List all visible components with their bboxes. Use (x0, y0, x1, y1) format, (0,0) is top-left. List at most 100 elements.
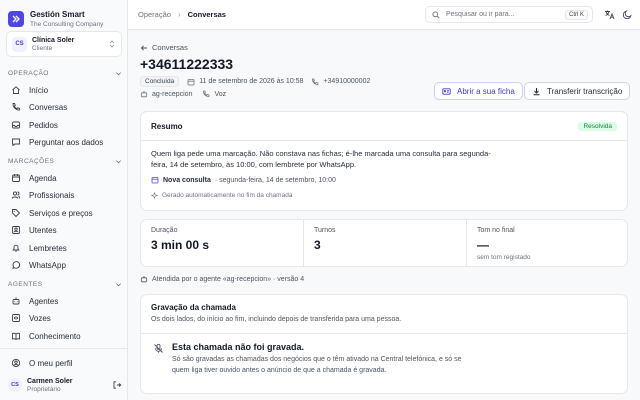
stat-value: 3 min 00 s (151, 238, 210, 252)
stats-card: Duração 3 min 00 s Turnos 3 Tom no final… (140, 219, 628, 267)
chevron-down-icon (116, 72, 121, 76)
topbar: Operação › Conversas Ctrl K (128, 0, 640, 30)
moon-icon[interactable] (622, 9, 633, 20)
stat-tone: Tom no final — sem tom registado (467, 220, 627, 266)
call-channel: Voz (202, 90, 226, 98)
stat-value: 3 (314, 238, 321, 252)
phone-icon (12, 103, 20, 111)
status-badge: Resolvida (578, 122, 617, 131)
appointment-row: Nova consulta · segunda-feira, 14 de set… (151, 176, 336, 184)
stat-duration: Duração 3 min 00 s (141, 220, 303, 266)
breadcrumb-current: Conversas (187, 10, 226, 19)
section-operacao[interactable]: OPERAÇÃO (8, 70, 122, 77)
sidebar-item-label: Conhecimento (29, 331, 81, 341)
sidebar-item-inicio[interactable]: Início (8, 82, 122, 98)
call-to-number: +34910000002 (311, 78, 370, 86)
sidebar-item-label: Perguntar aos dados (29, 137, 104, 147)
avatar: CS (8, 378, 22, 392)
section-agentes[interactable]: AGENTES (8, 281, 122, 288)
sidebar-divider (0, 348, 128, 349)
recording-description: Os dois lados, do início ao fim, incluin… (151, 316, 402, 323)
search-box[interactable]: Ctrl K (425, 6, 593, 23)
sidebar-item-label: Início (29, 85, 49, 95)
recording-header: Gravação da chamada Os dois lados, do in… (151, 303, 401, 323)
sidebar-item-label: Conversas (29, 102, 68, 112)
user-account: CS Carmen Soler Proprietário (8, 375, 122, 395)
stat-label: Turnos (314, 227, 336, 234)
card-divider (141, 333, 627, 334)
stat-value: — (477, 238, 489, 252)
sidebar-item-utentes[interactable]: Utentes (8, 222, 122, 238)
sidebar-item-profissionais[interactable]: Profissionais (8, 187, 122, 203)
sidebar-item-o-meu-perfil[interactable]: O meu perfil (8, 355, 122, 371)
main-content: Conversas +34611222333 Concluída 11 de s… (128, 31, 640, 400)
download-transcript-label: Transferir transcrição (547, 86, 623, 96)
call-to-number-text: +34910000002 (323, 78, 371, 85)
whatsapp-icon (12, 261, 21, 270)
summary-text: Quem liga pede uma marcação. Não constav… (151, 149, 491, 169)
page-title: +34611222333 (140, 56, 234, 72)
back-link[interactable]: Conversas (140, 43, 188, 52)
call-datetime-text: 11 de setembro de 2026 às 10:58 (199, 78, 304, 85)
attended-by: Atendida por o agente «ag-recepcion» · v… (140, 275, 304, 283)
breadcrumb-parent[interactable]: Operação (138, 10, 171, 19)
sidebar-item-label: O meu perfil (29, 358, 73, 368)
search-shortcut: Ctrl K (565, 9, 588, 20)
sidebar-item-agenda[interactable]: Agenda (8, 170, 122, 186)
org-avatar: CS (12, 36, 27, 52)
breadcrumb-separator: › (177, 10, 181, 19)
home-icon (12, 86, 20, 94)
sidebar-item-lembretes[interactable]: Lembretes (8, 240, 122, 256)
logout-icon[interactable] (112, 380, 122, 390)
org-switcher[interactable]: CS Clínica Soler Cliente (6, 31, 122, 57)
sidebar-item-agentes[interactable]: Agentes (8, 293, 122, 309)
sidebar-item-label: Lembretes (29, 243, 67, 253)
open-record-button[interactable]: Abrir a sua ficha (434, 82, 523, 100)
download-transcript-button[interactable]: Transferir transcrição (524, 82, 631, 100)
sidebar-item-perguntar-aos-dados[interactable]: Perguntar aos dados (8, 134, 122, 150)
tag-icon (12, 209, 21, 218)
stat-sub: sem tom registado (477, 254, 531, 261)
calendar-icon (151, 177, 159, 184)
chevron-down-icon (116, 160, 121, 164)
sidebar-item-pedidos[interactable]: Pedidos (8, 117, 122, 133)
mic-off-icon (154, 343, 163, 353)
arrow-left-icon (140, 45, 147, 50)
download-icon (533, 87, 540, 95)
org-role: Cliente (32, 44, 53, 52)
attended-by-text: Atendida por o agente «ag-recepcion» · v… (152, 275, 305, 283)
generated-note-text: Gerado automaticamente no fim da chamada (162, 192, 293, 199)
appointment-detail: · segunda-feira, 14 de setembro, 10:00 (214, 176, 336, 184)
call-meta: Concluída 11 de setembro de 2026 às 10:5… (140, 76, 370, 87)
search-icon (432, 10, 440, 19)
sidebar-item-servicos-e-precos[interactable]: Serviços e preços (8, 205, 122, 221)
chevron-down-icon (116, 283, 121, 287)
sidebar-item-label: Serviços e preços (29, 208, 93, 218)
org-name: Clínica Soler (32, 36, 75, 44)
section-marcacoes[interactable]: MARCAÇÕES (8, 158, 122, 165)
sidebar-item-conversas[interactable]: Conversas (8, 99, 122, 115)
section-title: AGENTES (8, 281, 43, 288)
appointment-link[interactable]: Nova consulta (163, 177, 211, 184)
search-input[interactable] (446, 11, 559, 18)
brand-name: Gestión Smart (30, 9, 85, 19)
voice-icon (12, 314, 20, 322)
section-title: OPERAÇÃO (8, 70, 49, 77)
sidebar-item-conhecimento[interactable]: Conhecimento (8, 328, 122, 344)
phone-icon (312, 78, 319, 85)
sidebar-item-label: Agentes (29, 296, 59, 306)
brand-logo-icon (8, 11, 24, 27)
calendar-icon (12, 174, 20, 182)
translate-icon[interactable] (604, 9, 615, 20)
brand-subtitle: The Consulting Company (30, 20, 104, 28)
id-card-icon (442, 87, 451, 95)
back-link-label: Conversas (152, 43, 188, 52)
brand[interactable]: Gestión Smart The Consulting Company (0, 0, 127, 30)
chevron-up-down-icon (109, 40, 115, 48)
sidebar-item-whatsapp[interactable]: WhatsApp (8, 257, 122, 273)
call-agent: ag-recepcion (140, 90, 192, 98)
summary-card: Resumo Resolvida Quem liga pede uma marc… (140, 111, 628, 211)
sidebar-item-label: Pedidos (29, 120, 58, 130)
sidebar-item-vozes[interactable]: Vozes (8, 310, 122, 326)
open-record-label: Abrir a sua ficha (457, 86, 515, 96)
